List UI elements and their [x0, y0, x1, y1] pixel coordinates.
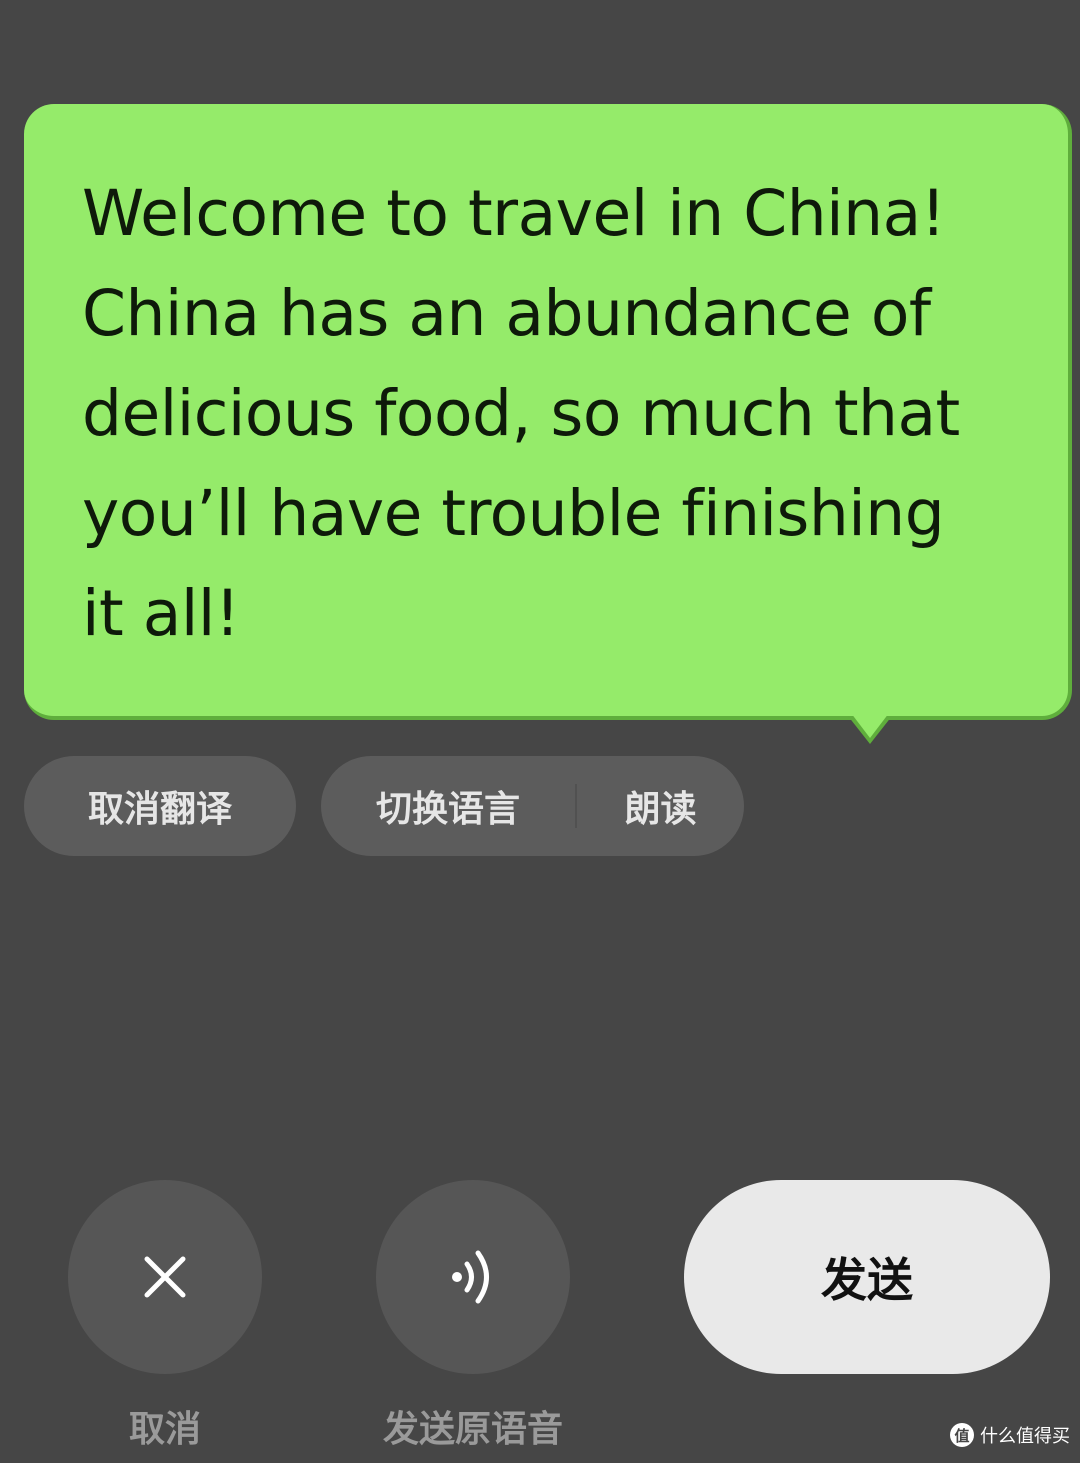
read-aloud-label: 朗读	[624, 789, 697, 830]
send-original-voice-caption: 发送原语音	[382, 1409, 563, 1450]
watermark-logo: 值	[950, 1423, 974, 1447]
translated-text: Welcome to travel in China! China has an…	[82, 177, 960, 650]
cancel-button[interactable]	[68, 1180, 262, 1374]
speaker-icon	[452, 1250, 489, 1304]
switch-language-button[interactable]: 切换语言	[321, 756, 575, 856]
translation-bubble: Welcome to travel in China! China has an…	[24, 104, 1072, 720]
send-label: 发送	[821, 1253, 913, 1307]
cancel-translation-label: 取消翻译	[87, 789, 232, 830]
watermark: 值 什么值得买	[950, 1422, 1070, 1448]
cancel-caption: 取消	[128, 1409, 201, 1450]
cancel-translation-button[interactable]: 取消翻译	[24, 756, 296, 856]
watermark-text: 什么值得买	[980, 1426, 1070, 1447]
bubble-tail-fill	[851, 713, 889, 738]
language-actions-group: 切换语言 朗读	[321, 756, 744, 856]
switch-language-label: 切换语言	[375, 789, 520, 830]
send-button[interactable]: 发送	[684, 1180, 1050, 1374]
close-icon	[144, 1256, 186, 1298]
send-original-voice-button[interactable]	[376, 1180, 570, 1374]
read-aloud-button[interactable]: 朗读	[577, 756, 744, 856]
